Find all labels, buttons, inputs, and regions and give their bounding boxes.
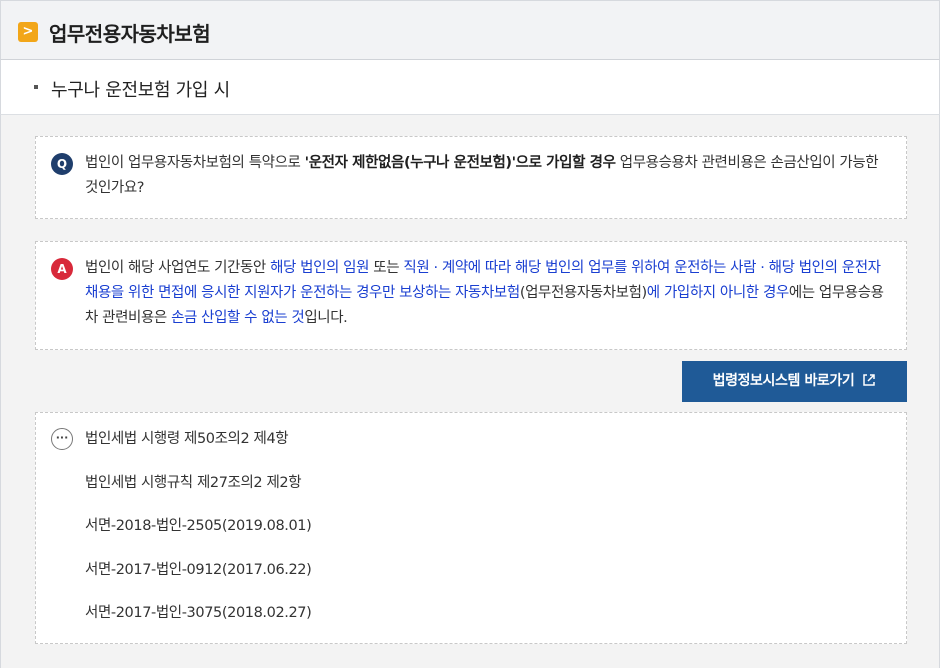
question-segment: 법인이 업무용자동차보험의 특약으로 xyxy=(85,155,305,171)
question-badge: Q xyxy=(51,153,73,175)
answer-segment: 손금 산입할 수 없는 것 xyxy=(171,310,305,326)
chevron-right-icon: > xyxy=(18,22,38,42)
answer-segment: 또는 xyxy=(369,260,404,276)
content-area: Q 법인이 업무용자동차보험의 특약으로 '운전자 제한없음(누구나 운전보험)… xyxy=(0,115,940,668)
answer-badge: A xyxy=(51,258,73,280)
answer-text: 법인이 해당 사업연도 기간동안 해당 법인의 임원 또는 직원 · 계약에 따… xyxy=(85,256,886,331)
answer-segment: 해당 법인의 임원 xyxy=(270,260,370,276)
question-text: 법인이 업무용자동차보험의 특약으로 '운전자 제한없음(누구나 운전보험)'으… xyxy=(85,151,886,201)
reference-item: 법인세법 시행령 제50조의2 제4항 xyxy=(85,431,289,447)
reference-item: 법인세법 시행규칙 제27조의2 제2항 xyxy=(85,474,302,491)
answer-segment: 입니다. xyxy=(304,310,348,326)
answer-box: A 법인이 해당 사업연도 기간동안 해당 법인의 임원 또는 직원 · 계약에… xyxy=(35,241,907,350)
references-box: ··· 법인세법 시행령 제50조의2 제4항법인세법 시행규칙 제27조의2 … xyxy=(35,412,907,644)
answer-segment: 에 가입하지 아니한 경우 xyxy=(646,285,789,301)
law-info-system-link-button[interactable]: 법령정보시스템 바로가기 xyxy=(682,361,907,402)
page-title: 업무전용자동차보험 xyxy=(49,22,211,46)
reference-list: 법인세법 시행령 제50조의2 제4항법인세법 시행규칙 제27조의2 제2항서… xyxy=(85,429,312,647)
link-button-label: 법령정보시스템 바로가기 xyxy=(712,373,855,389)
external-link-icon xyxy=(862,363,876,404)
reference-item: 서면-2017-법인-3075(2018.02.27) xyxy=(85,605,312,621)
question-box: Q 법인이 업무용자동차보험의 특약으로 '운전자 제한없음(누구나 운전보험)… xyxy=(35,136,907,219)
answer-segment: 법인이 해당 사업연도 기간동안 xyxy=(85,260,271,276)
bullet-icon xyxy=(34,85,38,89)
page-header: > 업무전용자동차보험 xyxy=(0,0,940,60)
more-icon: ··· xyxy=(51,428,73,450)
answer-segment: (업무전용자동차보험) xyxy=(519,285,647,301)
reference-item: 서면-2017-법인-0912(2017.06.22) xyxy=(85,561,312,578)
question-segment: '운전자 제한없음(누구나 운전보험)'으로 가입할 경우 xyxy=(304,155,616,171)
section-title: 누구나 운전보험 가입 시 xyxy=(51,80,230,101)
reference-item: 서면-2018-법인-2505(2019.08.01) xyxy=(85,518,312,534)
section-subheader: 누구나 운전보험 가입 시 xyxy=(0,60,940,115)
